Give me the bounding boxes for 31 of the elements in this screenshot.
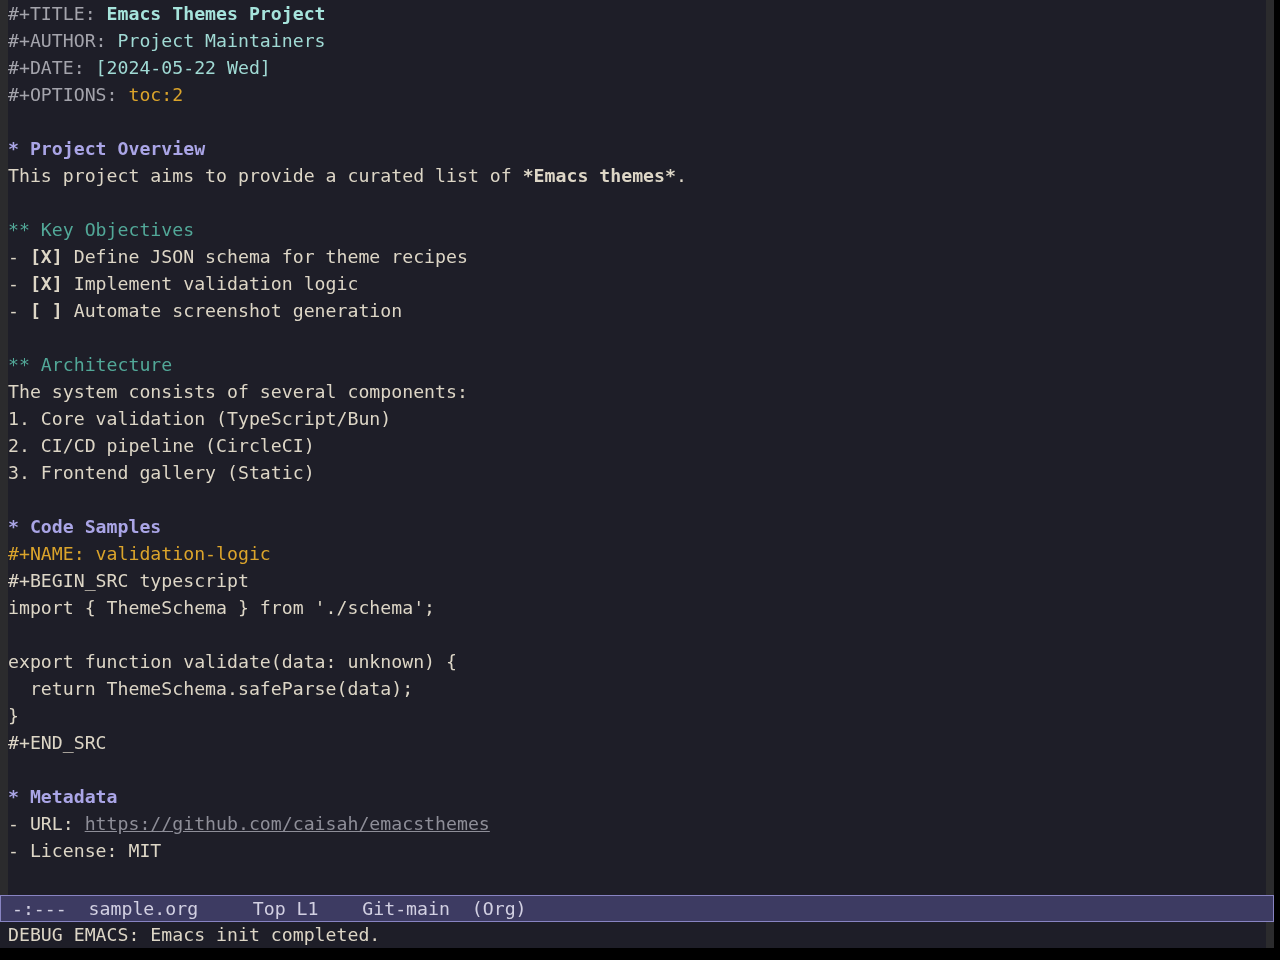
list-item: 2. CI/CD pipeline (CircleCI) xyxy=(8,434,315,458)
list-item: 3. Frontend gallery (Static) xyxy=(8,461,315,485)
heading: * Metadata xyxy=(8,785,118,809)
major-mode: (Org) xyxy=(471,897,527,921)
metadata-line: #+DATE: [2024-05-22 Wed] xyxy=(8,56,271,80)
echo-area-message: DEBUG EMACS: Emacs init completed. xyxy=(8,923,381,947)
fringe xyxy=(1266,922,1274,948)
list-item: - License: MIT xyxy=(8,839,162,863)
list-item: - URL: https://github.com/caisah/emacsthemes xyxy=(8,812,490,836)
paragraph: The system consists of several components: xyxy=(8,380,468,404)
list-item: 1. Core validation (TypeScript/Bun) xyxy=(8,407,392,431)
checklist-item: - [ ] Automate screenshot generation xyxy=(8,299,403,323)
checklist-item: - [X] Define JSON schema for theme recipes xyxy=(8,245,468,269)
buffer-name: sample.org xyxy=(88,897,199,921)
title-line: #+TITLE: Emacs Themes Project xyxy=(8,2,326,26)
heading: ** Key Objectives xyxy=(8,218,195,242)
heading: ** Architecture xyxy=(8,353,173,377)
heading: * Code Samples xyxy=(8,515,162,539)
metadata-line: #+AUTHOR: Project Maintainers xyxy=(8,29,326,53)
option-line: #+OPTIONS: toc:2 xyxy=(8,83,184,107)
mode-line-flags: -:--- xyxy=(11,897,67,921)
heading: * Project Overview xyxy=(8,137,206,161)
git-branch: Git-main xyxy=(362,897,450,921)
block-delimiter: #+BEGIN_SRC typescript xyxy=(8,569,249,593)
paragraph: This project aims to provide a curated list of *Emacs themes*. xyxy=(8,164,687,188)
cursor-position: Top L1 xyxy=(252,897,319,921)
block-delimiter: #+END_SRC xyxy=(8,731,107,755)
keyword-line: #+NAME: validation-logic xyxy=(8,542,271,566)
link[interactable]: https://github.com/caisah/emacsthemes xyxy=(84,813,490,834)
source-code: import { ThemeSchema } from './schema'; export function validate(data: unknown) { return ThemeSchema.safeParse(data); } xyxy=(8,596,457,728)
checklist-item: - [X] Implement validation logic xyxy=(8,272,359,296)
